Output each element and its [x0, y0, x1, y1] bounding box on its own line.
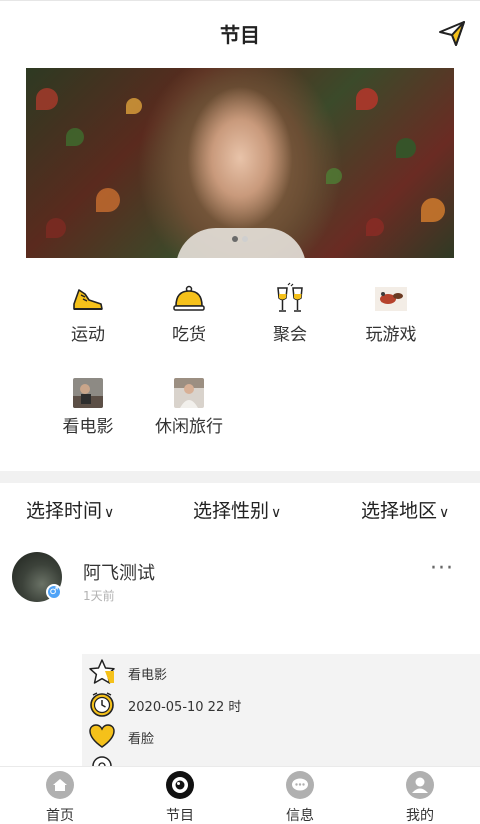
champagne-glasses-icon	[277, 282, 303, 312]
category-label: 看电影	[62, 417, 114, 437]
chevron-down-icon: ∨	[439, 505, 450, 521]
male-icon: ♂	[46, 584, 62, 600]
chevron-down-icon: ∨	[104, 505, 115, 521]
tab-label: 首页	[46, 808, 74, 824]
detail-text: 看脸	[128, 732, 155, 747]
detail-text: 2020-05-10 22 时	[128, 700, 242, 715]
movie-thumbnail	[73, 378, 103, 408]
clock-icon	[90, 692, 114, 717]
food-cloche-icon	[173, 285, 205, 311]
filter-label: 选择性别	[193, 500, 270, 522]
category-movie[interactable]: 看电影	[38, 378, 138, 437]
carousel-indicator	[26, 227, 454, 246]
category-sport[interactable]: 运动	[38, 282, 138, 345]
category-food[interactable]: 吃货	[139, 282, 239, 345]
tab-label: 我的	[406, 808, 434, 824]
filter-label: 选择地区	[361, 500, 438, 522]
more-options-icon[interactable]: ···	[430, 556, 454, 581]
tab-label: 信息	[286, 808, 314, 824]
game-thumbnail	[375, 287, 407, 311]
tab-program[interactable]: 节目	[120, 767, 240, 824]
tab-home[interactable]: 首页	[0, 767, 120, 824]
paper-plane-icon[interactable]	[438, 19, 466, 47]
tab-label: 节目	[166, 808, 194, 824]
eye-icon	[166, 771, 194, 799]
sneaker-icon	[73, 289, 103, 310]
category-party[interactable]: 聚会	[240, 282, 340, 345]
bottom-tab-bar: 首页 节目 信息 我的	[0, 766, 480, 824]
tab-profile[interactable]: 我的	[360, 767, 480, 824]
filter-bar: 选择时间 ∨ 选择性别 ∨ 选择地区 ∨	[0, 496, 480, 526]
carousel-dot	[242, 236, 248, 242]
banner-carousel[interactable]	[26, 68, 454, 258]
category-travel[interactable]: 休闲旅行	[139, 378, 239, 437]
user-icon	[406, 771, 434, 799]
section-divider	[0, 471, 480, 483]
detail-text: 看电影	[128, 668, 168, 683]
category-games[interactable]: 玩游戏	[341, 282, 441, 345]
post-time: 1天前	[83, 589, 115, 603]
chat-icon	[286, 771, 314, 799]
top-bar: 节目	[0, 0, 480, 64]
tab-messages[interactable]: 信息	[240, 767, 360, 824]
filter-time[interactable]: 选择时间 ∨	[26, 496, 114, 523]
heart-icon	[89, 724, 115, 748]
category-label: 聚会	[273, 325, 307, 345]
post-username[interactable]: 阿飞测试	[83, 559, 155, 585]
category-label: 吃货	[172, 325, 206, 345]
carousel-dot-active	[232, 236, 238, 242]
travel-thumbnail	[174, 378, 204, 408]
home-icon	[46, 771, 74, 799]
post-detail-card[interactable]: 看电影 2020-05-10 22 时 看脸	[82, 654, 480, 766]
location-icon	[92, 756, 112, 766]
category-label: 休闲旅行	[155, 417, 223, 437]
chevron-down-icon: ∨	[271, 505, 282, 521]
filter-gender[interactable]: 选择性别 ∨	[193, 496, 281, 523]
filter-region[interactable]: 选择地区 ∨	[361, 496, 449, 523]
star-icon	[89, 659, 115, 684]
category-label: 玩游戏	[365, 325, 417, 345]
filter-label: 选择时间	[26, 500, 103, 522]
category-label: 运动	[71, 325, 105, 345]
page-title: 节目	[220, 23, 260, 47]
